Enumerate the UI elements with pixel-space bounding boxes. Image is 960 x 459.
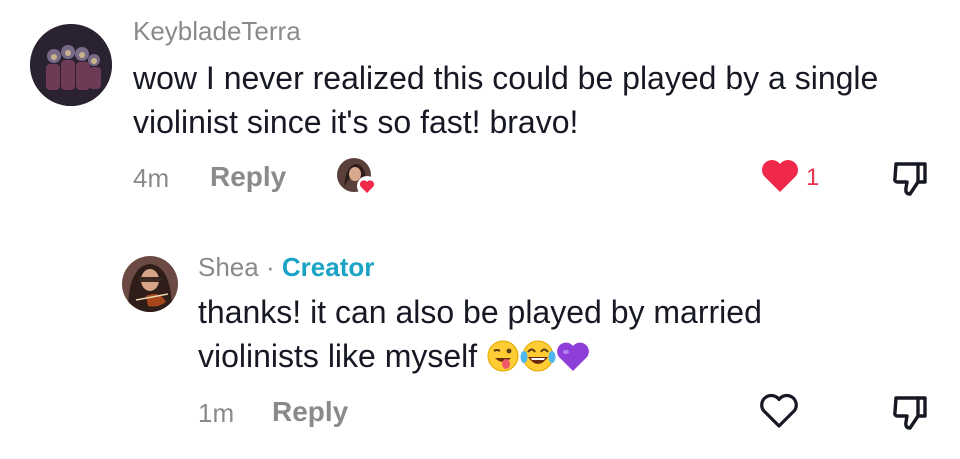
avatar[interactable] [30,24,112,106]
dislike-button[interactable] [888,390,932,434]
reply-text-body: thanks! it can also be played by married… [198,294,762,374]
reply-button[interactable]: Reply [272,397,348,427]
creator-badge: Creator [281,252,375,282]
comment-username[interactable]: KeybladeTerra [133,16,301,46]
heart-filled-icon [762,160,798,192]
comment-text: wow I never realized this could be playe… [133,60,879,140]
face-with-tears-of-joy-icon [520,339,556,384]
comment-timestamp: 4m [133,163,170,193]
like-button[interactable] [760,158,800,194]
creator-liked-badge [336,157,378,197]
reply-timestamp: 1m [198,398,235,428]
avatar[interactable] [122,256,178,312]
like-button[interactable] [758,392,800,430]
thumbs-down-icon [893,162,927,196]
winking-face-with-tongue-icon [486,339,520,384]
creator-avatar-icon [337,158,377,196]
dislike-button[interactable] [888,156,932,200]
reply-username-row: Shea · Creator [198,252,374,282]
purple-heart-icon [556,340,590,384]
like-count: 1 [806,164,820,191]
thumbs-down-icon [893,396,927,430]
reply-button[interactable]: Reply [210,162,286,192]
separator-dot: · [265,252,275,282]
reply-username[interactable]: Shea [198,252,259,282]
heart-outline-icon [760,393,798,428]
reply-text: thanks! it can also be played by married… [198,290,838,384]
